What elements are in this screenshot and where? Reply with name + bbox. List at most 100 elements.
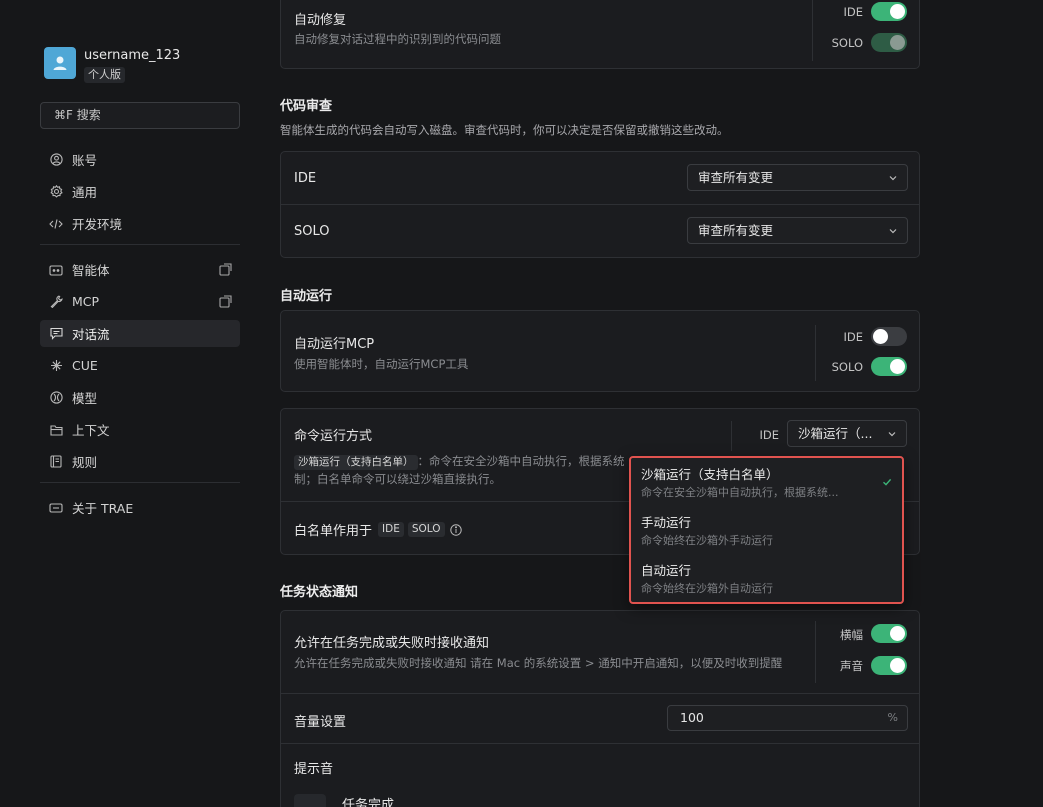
sound-label: 声音 (840, 659, 863, 673)
notify-title: 任务状态通知 (280, 585, 359, 600)
task-done-label: 任务完成 (342, 798, 395, 807)
ide-label: IDE (843, 5, 863, 19)
sidebar-item-context[interactable]: 上下文 (40, 416, 240, 443)
search-input[interactable]: ⌘F 搜索 (40, 102, 240, 129)
sidebar-item-label: 智能体 (72, 263, 110, 278)
sidebar-item-label: 账号 (72, 153, 98, 168)
dropdown-option-auto[interactable]: 自动运行 命令始终在沙箱外自动运行 (641, 563, 896, 596)
command-run-title: 命令运行方式 (294, 429, 373, 444)
auto-run-mcp-solo-toggle[interactable] (871, 357, 907, 376)
autofix-solo-toggle[interactable] (871, 33, 907, 52)
chevron-down-icon (888, 432, 896, 437)
notify-allow-row: 允许在任务完成或失败时接收通知 允许在任务完成或失败时接收通知 请在 Mac 的… (281, 611, 919, 694)
select-value: 审查所有变更 (698, 223, 774, 238)
sidebar-item-label: 模型 (72, 391, 98, 406)
external-link-icon[interactable] (219, 295, 232, 308)
prompt-sound-row: 提示音 任务完成 (281, 744, 919, 807)
notify-card: 允许在任务完成或失败时接收通知 允许在任务完成或失败时接收通知 请在 Mac 的… (280, 610, 920, 807)
wrench-icon (49, 295, 63, 309)
sidebar-item-agent[interactable]: 智能体 (40, 256, 240, 283)
solo-label: SOLO (831, 36, 863, 50)
avatar (44, 47, 76, 79)
sidebar-item-label: 开发环境 (72, 217, 123, 232)
sidebar-item-label: 规则 (72, 455, 98, 470)
dropdown-option-sandbox[interactable]: 沙箱运行（支持白名单） 命令在安全沙箱中自动执行，根据系统... (641, 467, 896, 500)
option-title: 沙箱运行（支持白名单） (641, 467, 779, 482)
notify-allow-title: 允许在任务完成或失败时接收通知 (294, 636, 490, 651)
user-profile[interactable]: username_123 个人版 (44, 47, 180, 83)
sidebar-item-cue[interactable]: CUE (40, 352, 240, 379)
sidebar-item-rules[interactable]: 规则 (40, 448, 240, 475)
auto-run-title: 自动运行 (280, 289, 333, 304)
whitelist-tag-ide: IDE (378, 522, 404, 537)
volume-label: 音量设置 (294, 715, 347, 730)
sandbox-tag: 沙箱运行（支持白名单） (294, 455, 418, 470)
option-desc: 命令在安全沙箱中自动执行，根据系统... (641, 486, 839, 499)
nav-divider (40, 482, 240, 483)
sidebar-item-label: 对话流 (72, 327, 110, 342)
autofix-ide-toggle[interactable] (871, 2, 907, 21)
sidebar-item-label: MCP (72, 294, 100, 309)
sidebar-item-about[interactable]: 关于 TRAE (40, 494, 240, 521)
autofix-card: 自动修复 自动修复对话过程中的识别到的代码问题 IDE SOLO (280, 0, 920, 69)
chevron-down-icon (889, 229, 897, 234)
info-card-icon (49, 501, 63, 515)
sidebar-item-general[interactable]: 通用 (40, 178, 240, 205)
sidebar-item-dialog-flow[interactable]: 对话流 (40, 320, 240, 347)
code-review-solo-select[interactable]: 审查所有变更 (687, 217, 908, 244)
code-icon (49, 217, 63, 231)
sound-preview-icon[interactable] (294, 794, 326, 807)
row-label: SOLO (294, 224, 330, 239)
dropdown-option-manual[interactable]: 手动运行 命令始终在沙箱外手动运行 (641, 515, 896, 548)
info-icon[interactable] (449, 523, 462, 536)
code-review-ide-select[interactable]: 审查所有变更 (687, 164, 908, 191)
option-desc: 命令始终在沙箱外自动运行 (641, 582, 773, 595)
autofix-title: 自动修复 (294, 13, 347, 28)
select-value: 审查所有变更 (698, 170, 774, 185)
auto-run-mcp-ide-toggle[interactable] (871, 327, 907, 346)
volume-input[interactable]: 100 % (667, 705, 908, 731)
command-run-dropdown: 沙箱运行（支持白名单） 命令在安全沙箱中自动执行，根据系统... 手动运行 命令… (629, 456, 904, 604)
volume-row: 音量设置 100 % (281, 694, 919, 744)
code-review-desc: 智能体生成的代码会自动写入磁盘。审查代码时，你可以决定是否保留或撤销这些改动。 (280, 123, 729, 137)
sparkle-icon (49, 359, 63, 373)
whitelist-tag-solo: SOLO (407, 522, 445, 537)
sidebar-item-account[interactable]: 账号 (40, 146, 240, 173)
option-desc: 命令始终在沙箱外手动运行 (641, 534, 773, 547)
agent-icon (49, 263, 63, 277)
sidebar: username_123 个人版 ⌘F 搜索 账号 通用 开发环境 智能体 MC… (0, 0, 255, 807)
row-label: IDE (294, 171, 317, 186)
nav-divider (40, 244, 240, 245)
code-review-title: 代码审查 (280, 99, 333, 114)
sidebar-item-dev-env[interactable]: 开发环境 (40, 210, 240, 237)
code-review-row-ide: IDE 审查所有变更 (281, 152, 919, 205)
auto-run-mcp-card: 自动运行MCP 使用智能体时，自动运行MCP工具 IDE SOLO (280, 310, 920, 392)
gear-icon (49, 185, 63, 199)
command-run-desc-line2: 制；白名单命令可以绕过沙箱直接执行。 (294, 472, 501, 486)
sidebar-item-model[interactable]: 模型 (40, 384, 240, 411)
option-title: 自动运行 (641, 563, 692, 578)
divider (815, 325, 816, 381)
volume-value: 100 (680, 710, 704, 725)
solo-label: SOLO (831, 360, 863, 374)
banner-label: 横幅 (840, 628, 863, 642)
divider (815, 621, 816, 683)
divider (812, 0, 813, 61)
ide-label: IDE (759, 428, 779, 442)
book-icon (49, 455, 63, 469)
command-run-select[interactable]: 沙箱运行（... (787, 420, 907, 447)
notify-banner-toggle[interactable] (871, 624, 907, 643)
external-link-icon[interactable] (219, 263, 232, 276)
command-run-desc: 沙箱运行（支持白名单） ：命令在安全沙箱中自动执行，根据系统 (294, 453, 634, 470)
check-icon (883, 478, 892, 486)
sidebar-item-label: CUE (72, 358, 98, 373)
notify-sound-toggle[interactable] (871, 656, 907, 675)
autofix-desc: 自动修复对话过程中的识别到的代码问题 (294, 32, 501, 46)
whitelist-label-group: 白名单作用于 IDE SOLO (294, 520, 462, 539)
chevron-down-icon (889, 176, 897, 181)
auto-run-mcp-desc: 使用智能体时，自动运行MCP工具 (294, 357, 469, 371)
prompt-sound-label: 提示音 (294, 762, 334, 777)
sidebar-item-mcp[interactable]: MCP (40, 288, 240, 315)
ide-label: IDE (843, 330, 863, 344)
notify-allow-desc: 允许在任务完成或失败时接收通知 请在 Mac 的系统设置 > 通知中开启通知，以… (294, 656, 783, 670)
